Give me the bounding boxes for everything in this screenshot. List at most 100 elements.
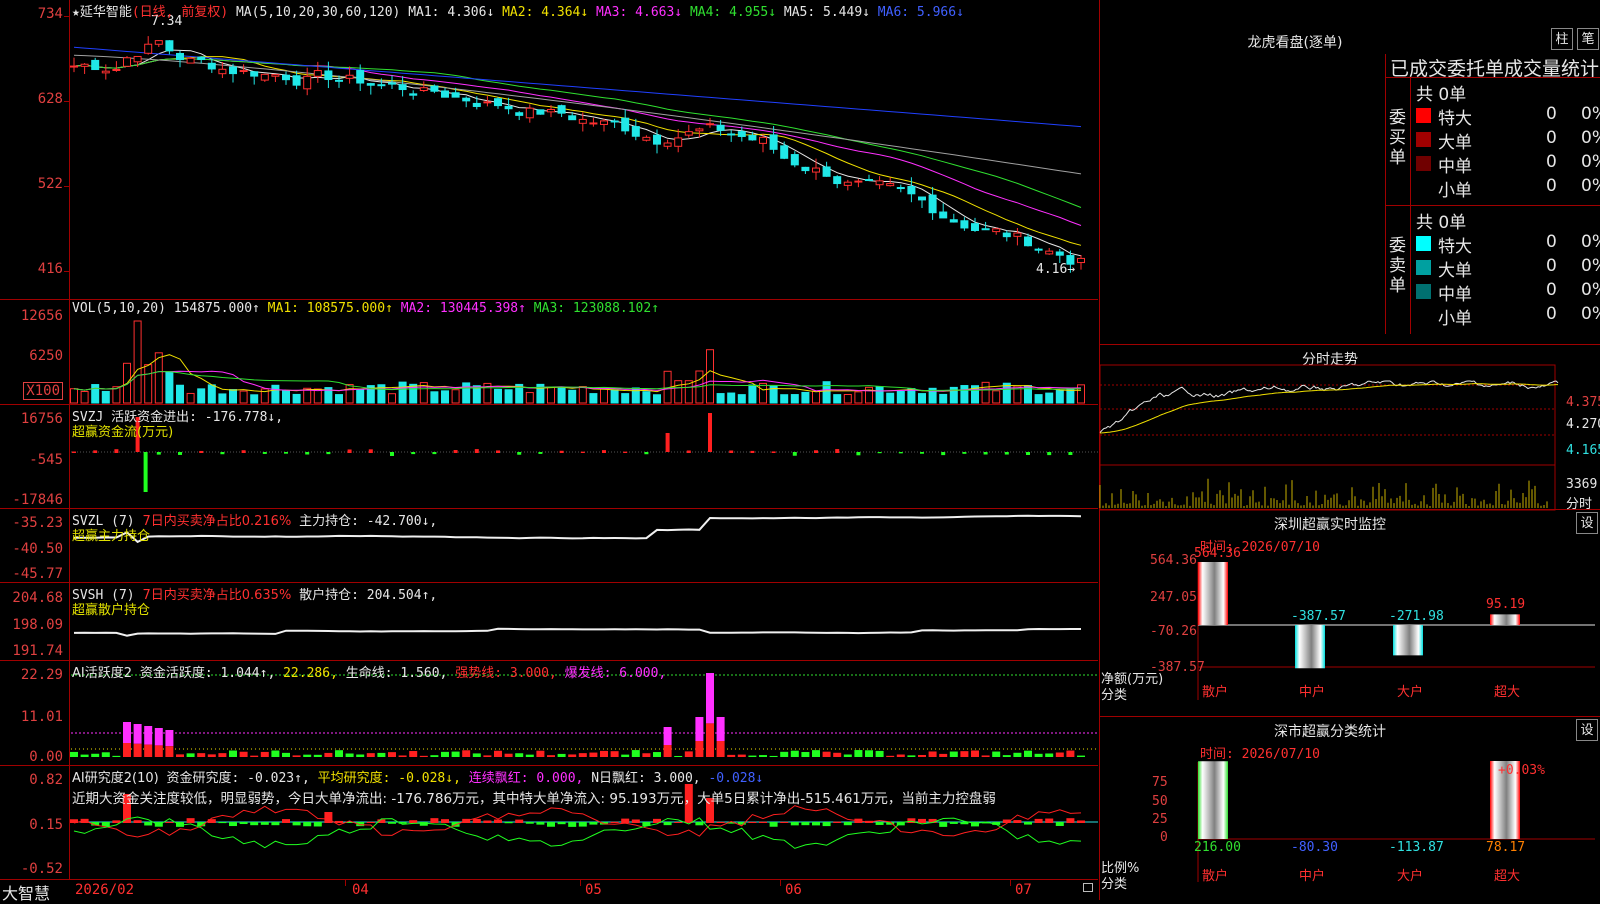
volume-bar [144,364,153,404]
szc-axis-label: 0 [1160,830,1168,845]
bar-category-label: 大户 [1397,869,1424,884]
flow-bar [411,452,416,455]
period-label[interactable]: (日线, 前复权) [132,5,228,20]
activity-bar [472,753,481,757]
intraday-panel[interactable]: 分时走势 4.375 4.270 4.165 3369 分时 [1099,345,1600,512]
volume-bar [388,393,396,404]
candle-body [875,180,884,186]
volume-panel[interactable]: 12656 6250 X100 VOL(5,10,20) 154875.000↑… [0,300,1098,405]
activity-bar [70,751,78,757]
flow-bar [941,452,946,456]
flow-bar [665,433,670,452]
order-row-sell: 大单 0 0% [1416,256,1600,281]
research-bar [822,822,831,827]
activity-bar [918,754,926,757]
lock-icon[interactable] [1083,883,1093,892]
flow-bar [156,452,161,455]
candle-body [1034,248,1043,251]
research-bar [610,821,619,823]
activity-bar [621,754,630,757]
volume-bar [525,392,534,404]
candle-body [101,70,110,74]
dragon-tiger-panel[interactable]: 龙虎看盘(逐单) 柱 笔 已成交委托单成交量统计 委买单 共 0单 特大00%大… [1099,0,1600,345]
tick-view-button[interactable]: 笔 [1577,28,1599,50]
research-bar [388,822,396,824]
volume-bar [716,393,725,404]
research-bar [292,822,301,826]
research-bar [578,822,587,827]
color-swatch [1416,236,1431,251]
research-bar [1055,822,1064,826]
activity-bar [790,750,799,757]
ma1-value: MA1: 4.306↓ [408,5,495,20]
flow-bar [792,452,797,456]
candle-body [356,70,365,84]
flow-bar [580,451,585,453]
research-bar [568,822,577,827]
order-type: 大单 [1438,133,1472,153]
candle-body [70,65,78,68]
activity-bar [176,754,184,757]
candle-body [706,123,714,126]
holding-line [73,627,1081,637]
order-count: 0 [1546,280,1557,300]
candle-body [1077,257,1085,264]
order-pct: 0% [1581,256,1600,276]
flow-bar [814,450,818,453]
ai-research-panel[interactable]: 0.82 0.15 -0.52 AI研究度2(10) 资金研究度: -0.023… [0,766,1098,880]
research-bar [589,822,598,825]
research-bar [1013,820,1022,823]
candle-body [144,43,153,54]
order-pct: 0% [1581,152,1600,172]
volume-bar [154,352,163,404]
volume-bar [462,382,471,404]
activity-bar [992,751,1001,757]
flow-bar [771,451,776,453]
sz-monitor-panel[interactable]: 深圳超赢实时监控 设 时间: 2026/07/10 564.36 247.05 … [1099,510,1600,717]
volume-bar [981,381,990,404]
order-pct: 0% [1581,104,1600,124]
dragon-subtitle: 已成交委托单成交量统计 [1385,54,1600,78]
svsh-panel[interactable]: 204.68 198.09 191.74 SVSH (7) 7日内买卖净占比0.… [0,583,1098,661]
volume-bar [653,394,661,404]
sz-monitor-svg [1197,562,1595,700]
volume-bar [430,391,439,404]
research-bar [1024,822,1032,825]
candle-body [801,166,810,172]
flow-bar [602,450,606,453]
price-panel[interactable]: 734 628 522 416 7.34 4.16→ ★延华智能(日线, 前复权… [0,0,1098,300]
activity-bar [706,723,714,757]
ai-activity-panel[interactable]: 22.29 11.01 0.00 AI活跃度2 资金活跃度: 1.044↑, 2… [0,661,1098,766]
activity-bar [356,754,365,757]
svzj-panel[interactable]: 16756 -545 -17846 SVZJ 活跃资金进出: -176.778↓… [0,405,1098,509]
ma-label: MA(5,10,20,30,60,120) [235,5,401,20]
low-price-mark: 4.16→ [1036,262,1076,277]
order-row-sell: 特大 0 0% [1416,232,1600,257]
volume-bar [271,384,280,404]
research-bar [112,820,121,823]
activity-bar [600,750,608,757]
flow-bar [1047,452,1052,456]
candle-body [207,62,216,70]
svzl-hold: 主力持仓: -42.700↓, [299,514,438,529]
candle-body [663,142,672,147]
activity-bar [631,750,640,757]
flow-bar [72,451,76,453]
svzl-panel[interactable]: -35.23 -40.50 -45.77 SVZL (7) 7日内买卖净占比0.… [0,509,1098,583]
ai1-axis-label: 22.29 [20,667,63,683]
candle-body [515,112,524,116]
stock-name[interactable]: 延华智能 [80,5,132,20]
bar-value-label: 216.00 [1194,840,1241,855]
sz-class-panel[interactable]: 深市超赢分类统计 设 时间: 2026/07/10 75 50 25 0 比例%… [1099,717,1600,900]
volume-bar [780,394,789,404]
ai1-a: 资金活跃度: 1.044↑, [139,666,276,681]
bar-view-button[interactable]: 柱 [1551,28,1573,50]
activity-bar [133,724,142,744]
research-bar [229,822,237,827]
candlestick-chart[interactable]: 7.34 4.16→ [70,0,1098,299]
activity-bar [706,673,714,724]
volume-bar [101,390,110,404]
candle-body [494,98,502,107]
net-amount-bar [1295,625,1325,669]
activity-bar [822,751,831,757]
